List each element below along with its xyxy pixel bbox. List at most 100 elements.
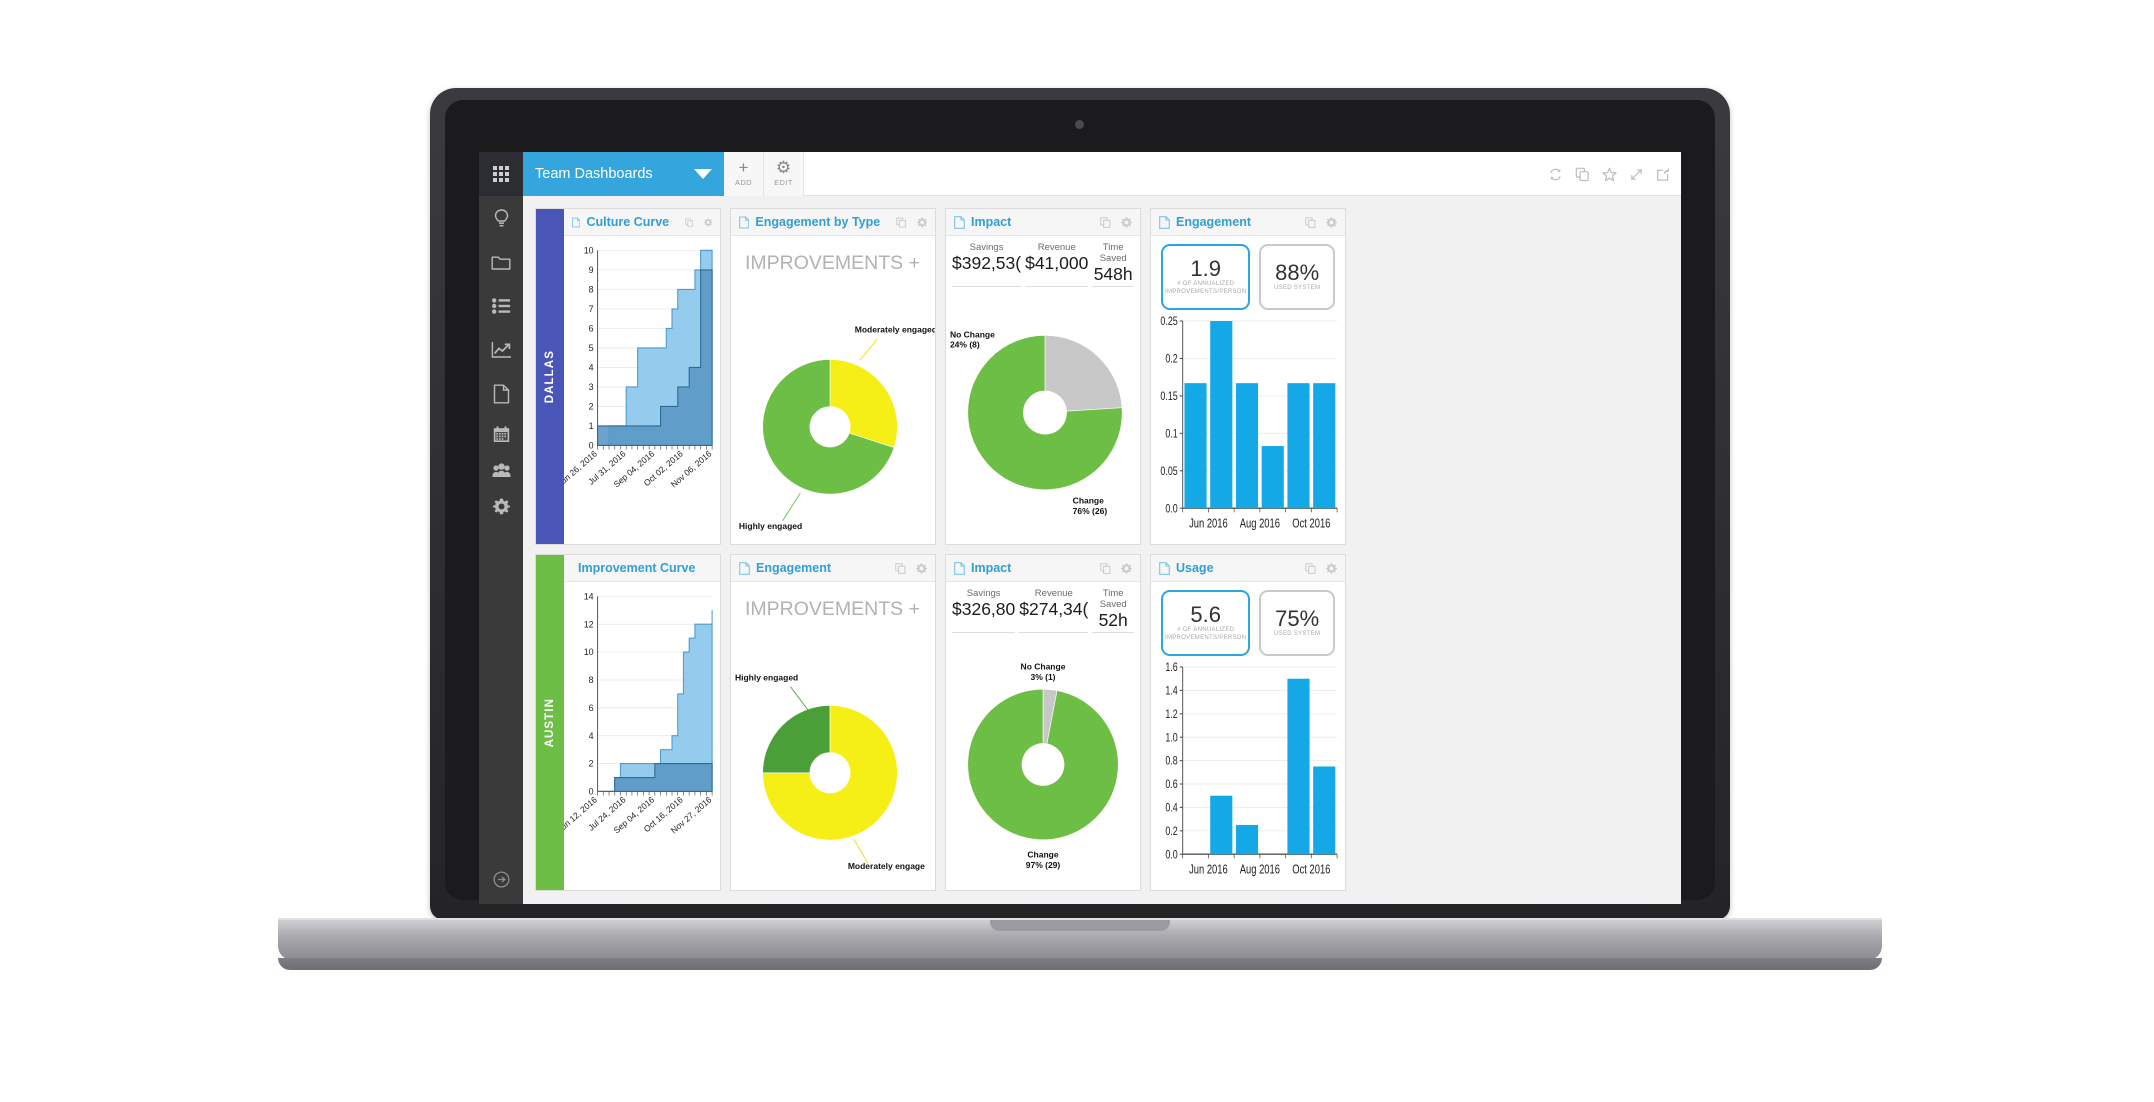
kpi-row: 1.9 # OF ANNUALIZED IMPROVEMENTS/PERSON … xyxy=(1151,236,1345,310)
svg-text:0.2: 0.2 xyxy=(1165,825,1177,839)
gear-icon[interactable] xyxy=(916,562,927,574)
svg-text:Moderately engage: Moderately engage xyxy=(848,861,925,871)
tile-header: Engagement by Type xyxy=(731,209,935,236)
refresh-icon[interactable] xyxy=(1548,167,1563,182)
sidebar-expand-button[interactable] xyxy=(479,864,523,894)
svg-text:10: 10 xyxy=(584,245,594,255)
add-button[interactable]: + ADD xyxy=(724,152,764,196)
duplicate-icon[interactable] xyxy=(1100,216,1111,228)
svg-text:4: 4 xyxy=(589,731,594,741)
area-chart-improvement: 02468101214Jun 12, 2016Jul 24, 2016Sep 0… xyxy=(564,591,714,835)
stat-time-saved: Time Saved 52h xyxy=(1092,588,1134,633)
svg-text:1.4: 1.4 xyxy=(1165,684,1177,698)
tile-improvement-curve[interactable]: AUSTIN Improvement Curve 0 2 4 6 8 10 12… xyxy=(535,554,721,891)
document-icon xyxy=(739,215,750,229)
usage-austin-bars: 0.0 0.2 0.4 0.6 0.8 1.0 1.2 1.4 1.6 Jun 2016 Aug 2… xyxy=(1151,656,1345,890)
svg-text:0.0: 0.0 xyxy=(1165,502,1177,516)
sidebar-item-analytics[interactable] xyxy=(479,328,523,372)
svg-text:6: 6 xyxy=(589,703,594,713)
tile-engagement-austin[interactable]: Engagement IMPROVEMENTS + Highly engaged… xyxy=(730,554,936,891)
kpi-value: 75% xyxy=(1275,605,1320,631)
sidebar-item-settings[interactable] xyxy=(479,488,523,524)
tile-title: Impact xyxy=(971,215,1012,229)
stat-label: Savings xyxy=(969,242,1004,253)
duplicate-icon[interactable] xyxy=(895,562,906,574)
tile-engagement-dallas[interactable]: Engagement 1.9 # OF ANNUALIZED IMPROVEME… xyxy=(1150,208,1346,545)
dashboard-selector[interactable]: Team Dashboards xyxy=(523,152,724,196)
svg-text:3% (1): 3% (1) xyxy=(1030,672,1055,682)
screenshot-stage: Team Dashboards + ADD ⚙ EDIT DALLAS Cult… xyxy=(0,0,2154,1102)
duplicate-icon[interactable] xyxy=(896,217,907,228)
duplicate-icon[interactable] xyxy=(1575,167,1590,182)
tile-title: Engagement xyxy=(756,561,832,575)
edit-button[interactable]: ⚙ EDIT xyxy=(764,152,804,196)
kpi-improvements-per-person[interactable]: 5.6 # OF ANNUALIZED IMPROVEMENTS/PERSON xyxy=(1161,590,1251,656)
stat-value: $274,34( xyxy=(1019,599,1089,619)
sidebar-item-apps[interactable] xyxy=(479,152,523,196)
kpi-improvements-per-person[interactable]: 1.9 # OF ANNUALIZED IMPROVEMENTS/PERSON xyxy=(1161,244,1251,310)
tile-chart-area: 0.0 0.05 0.1 0.15 0.2 0.25 Jun 2016 Aug 2016 Oct… xyxy=(1151,310,1345,544)
impact-stats: Savings $392,53( Revenue $41,000 Time Sa… xyxy=(946,236,1140,287)
tile-chart-area: IMPROVEMENTS + P... Highly engagedModera… xyxy=(731,582,935,890)
expand-icon[interactable] xyxy=(1629,167,1644,182)
tile-culture-curve[interactable]: DALLAS Culture Curve 0 1 2 3 4 5 6 7 8 9… xyxy=(535,208,721,545)
tile-usage-austin[interactable]: Usage 5.6 # OF ANNUALIZED IMPROVEMENTS/P… xyxy=(1150,554,1346,891)
gear-icon[interactable] xyxy=(1326,216,1337,228)
duplicate-icon[interactable] xyxy=(1100,562,1111,574)
tile-engagement-by-type[interactable]: Engagement by Type IMPROVEMENTS + Modera… xyxy=(730,208,936,545)
kpi-caption: USED SYSTEM xyxy=(1274,284,1321,291)
gear-icon[interactable] xyxy=(1326,562,1337,574)
sidebar-item-ideas[interactable] xyxy=(479,196,523,240)
document-icon xyxy=(954,215,965,229)
people-icon xyxy=(491,462,511,477)
duplicate-icon[interactable] xyxy=(1305,562,1316,574)
dashboard-board: DALLAS Culture Curve 0 1 2 3 4 5 6 7 8 9… xyxy=(523,196,1681,904)
svg-text:Aug 2016: Aug 2016 xyxy=(1240,517,1280,531)
stat-label: Time Saved xyxy=(1099,588,1127,610)
gear-icon[interactable] xyxy=(1121,216,1132,228)
tile-header: Engagement xyxy=(1151,209,1345,236)
tile-header: Improvement Curve xyxy=(564,555,720,582)
gear-icon[interactable] xyxy=(1121,562,1132,574)
kpi-used-system[interactable]: 88% USED SYSTEM xyxy=(1259,244,1335,310)
strip-label: DALLAS xyxy=(544,349,556,404)
svg-text:1: 1 xyxy=(589,421,594,431)
tile-impact-austin[interactable]: Impact Savings $326,80 Revenue $274,34(… xyxy=(945,554,1141,891)
tile-header: Culture Curve xyxy=(564,209,720,236)
share-icon[interactable] xyxy=(1656,167,1671,182)
bar-chart-usage-austin: 0.0 0.2 0.4 0.6 0.8 1.0 1.2 1.4 1.6 Jun 2016 Aug 2… xyxy=(1165,661,1338,877)
calendar-icon xyxy=(493,425,509,442)
grid-apps-icon xyxy=(493,166,509,182)
tile-title: Engagement by Type xyxy=(755,215,881,229)
gear-icon[interactable] xyxy=(916,217,928,228)
stat-savings: Savings $392,53( xyxy=(952,242,1022,287)
trend-chart-icon xyxy=(491,342,511,358)
svg-text:0.8: 0.8 xyxy=(1165,754,1177,768)
kpi-used-system[interactable]: 75% USED SYSTEM xyxy=(1259,590,1335,656)
tile-header: Usage xyxy=(1151,555,1345,582)
tile-chart-area: 0 2 4 6 8 10 12 14 Jun 12, 2016 Jul 24, 2016 Sep 0… xyxy=(564,582,720,890)
svg-text:1.2: 1.2 xyxy=(1165,708,1177,722)
svg-text:14: 14 xyxy=(584,591,594,601)
duplicate-icon[interactable] xyxy=(685,217,694,228)
sidebar-item-folders[interactable] xyxy=(479,240,523,284)
tile-chart-area: No Change 3% (1) Change 97% (29) xyxy=(946,633,1140,890)
svg-text:Change: Change xyxy=(1073,496,1104,506)
tile-header: Impact xyxy=(946,209,1140,236)
svg-text:3: 3 xyxy=(589,382,594,392)
sidebar-item-teams[interactable] xyxy=(479,452,523,488)
svg-text:No Change: No Change xyxy=(950,329,995,339)
dashboard-row-dallas: DALLAS Culture Curve 0 1 2 3 4 5 6 7 8 9… xyxy=(535,208,1669,545)
star-icon[interactable] xyxy=(1602,167,1617,182)
gear-icon[interactable] xyxy=(703,217,713,228)
document-icon xyxy=(739,561,750,575)
duplicate-icon[interactable] xyxy=(1305,216,1316,228)
tile-chart-area: 0 1 2 3 4 5 6 7 8 9 10 Jun 26, 2016 Jul 31, 2016 Sep … xyxy=(564,236,720,544)
svg-text:2: 2 xyxy=(589,758,594,768)
stat-value: $326,80 xyxy=(952,599,1016,619)
tile-impact-dallas[interactable]: Impact Savings $392,53(Revenue $41,000 … xyxy=(945,208,1141,545)
sidebar-item-documents[interactable] xyxy=(479,372,523,416)
sidebar-item-lists[interactable] xyxy=(479,284,523,328)
svg-text:0.05: 0.05 xyxy=(1160,465,1177,479)
sidebar-item-calendar[interactable] xyxy=(479,416,523,452)
